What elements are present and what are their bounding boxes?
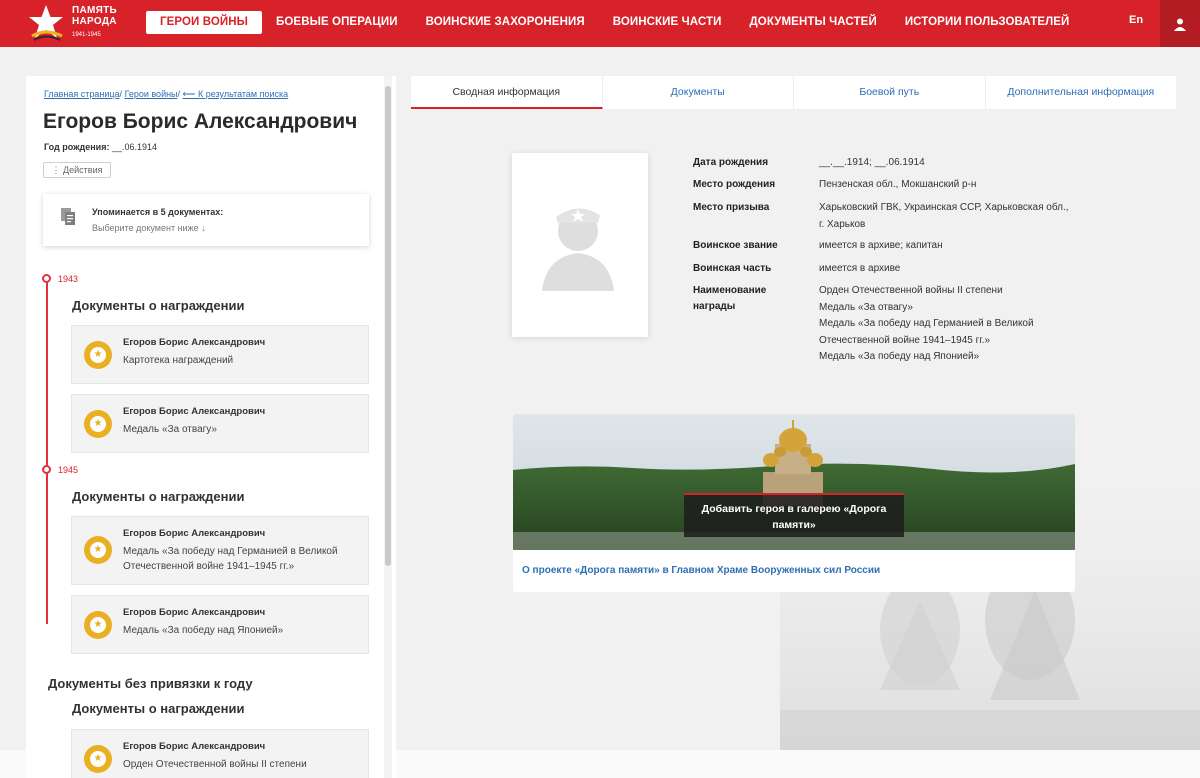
site-logo[interactable]: ПАМЯТЬ НАРОДА 1941-1945	[26, 2, 126, 44]
mentions-card: Упоминается в 5 документах: Выберите док…	[43, 194, 369, 246]
info-value-birth-place: Пензенская обл., Мокшанский р-н	[819, 179, 977, 190]
info-label-birth-date: Дата рождения	[693, 157, 769, 168]
nav-user-stories[interactable]: ИСТОРИИ ПОЛЬЗОВАТЕЛЕЙ	[891, 11, 1084, 34]
document-hero-name: Егоров Борис Александрович	[123, 337, 266, 348]
nav-units[interactable]: ВОИНСКИЕ ЧАСТИ	[599, 11, 736, 34]
section-title-awards: Документы о награждении	[72, 298, 245, 313]
document-card[interactable]: ★ Егоров Борис Александрович Картотека н…	[71, 325, 369, 384]
nav-heroes[interactable]: ГЕРОИ ВОЙНЫ	[146, 10, 263, 34]
medal-star-icon: ★	[90, 542, 106, 558]
info-value-draft-place: Харьковский ГВК, Украинская ССР, Харьков…	[819, 202, 1069, 230]
medal-star-icon: ★	[90, 416, 106, 432]
medal-icon: ★	[84, 611, 112, 639]
document-card[interactable]: ★ Егоров Борис Александрович Медаль «За …	[71, 516, 369, 585]
logo-years: 1941-1945	[72, 32, 101, 38]
document-description: Медаль «За победу над Японией»	[123, 625, 284, 636]
info-value-birth-date: __.__.1914; __.06.1914	[819, 157, 925, 168]
info-label-rank: Воинское звание	[693, 240, 778, 251]
info-label-birth-place: Место рождения	[693, 179, 776, 190]
info-label-unit: Воинская часть	[693, 263, 772, 274]
medal-icon: ★	[84, 341, 112, 369]
document-description: Картотека награждений	[123, 355, 234, 366]
mentions-subtitle: Выберите документ ниже ↓	[92, 223, 206, 233]
add-to-gallery-button[interactable]: Добавить героя в галерею «Дорога памяти»	[684, 493, 904, 537]
document-description: Орден Отечественной войны II степени	[123, 759, 307, 770]
main-nav: ГЕРОИ ВОЙНЫ БОЕВЫЕ ОПЕРАЦИИ ВОИНСКИЕ ЗАХ…	[146, 10, 1083, 34]
document-hero-name: Егоров Борис Александрович	[123, 607, 266, 618]
medal-star-icon: ★	[90, 751, 106, 767]
info-value-rank: имеется в архиве; капитан	[819, 240, 943, 251]
star-logo-icon	[29, 5, 63, 41]
section-title-no-year: Документы без привязки к году	[48, 676, 253, 691]
section-title-awards: Документы о награждении	[72, 489, 245, 504]
section-title-awards: Документы о награждении	[72, 701, 245, 716]
document-description: Медаль «За победу над Германией в Велико…	[123, 546, 338, 572]
tab-documents[interactable]: Документы	[603, 76, 794, 109]
logo-text: ПАМЯТЬ НАРОДА	[72, 5, 118, 27]
birth-year-label: Год рождения:	[44, 142, 110, 152]
birth-year: Год рождения: __.06.1914	[44, 142, 157, 152]
info-value-unit: имеется в архиве	[819, 263, 901, 274]
medal-icon: ★	[84, 410, 112, 438]
timeline-year-1943: 1943	[58, 274, 79, 284]
document-card[interactable]: ★ Егоров Борис Александрович Медаль «За …	[71, 394, 369, 453]
hero-photo-placeholder	[512, 153, 648, 337]
tab-additional-info[interactable]: Дополнительная информация	[986, 76, 1177, 109]
logo-line-2: НАРОДА	[72, 16, 117, 27]
memory-road-banner: Добавить героя в галерею «Дорога памяти»…	[513, 414, 1075, 592]
timeline-dot	[42, 465, 51, 474]
document-card[interactable]: ★ Егоров Борис Александрович Медаль «За …	[71, 595, 369, 654]
birth-year-value: __.06.1914	[111, 142, 158, 152]
medal-star-icon: ★	[90, 347, 106, 363]
document-hero-name: Егоров Борис Александрович	[123, 528, 266, 539]
hero-tabs: Сводная информация Документы Боевой путь…	[411, 76, 1176, 109]
language-switch[interactable]: En	[1129, 14, 1143, 26]
mentions-title: Упоминается в 5 документах:	[92, 207, 224, 217]
soldier-silhouette-icon	[542, 208, 614, 291]
actions-button[interactable]: ⋮ Действия	[43, 162, 111, 178]
tab-summary[interactable]: Сводная информация	[411, 76, 603, 109]
page-title: Егоров Борис Александрович	[43, 110, 358, 133]
info-label-draft-place: Место призыва	[693, 202, 770, 213]
documents-icon	[61, 208, 75, 225]
nav-unit-documents[interactable]: ДОКУМЕНТЫ ЧАСТЕЙ	[736, 11, 891, 34]
document-hero-name: Егоров Борис Александрович	[123, 406, 266, 417]
breadcrumb-home[interactable]: Главная страница	[44, 89, 120, 99]
hero-sidebar: Главная страница/ Герои войны/ ⟵ К резул…	[26, 76, 396, 778]
info-label-awards: Наименование награды	[693, 285, 767, 312]
breadcrumb-back-to-results[interactable]: ⟵ К результатам поиска	[183, 89, 289, 99]
medal-star-icon: ★	[90, 617, 106, 633]
memory-road-project-link[interactable]: О проекте «Дорога памяти» в Главном Храм…	[522, 565, 880, 576]
medal-icon: ★	[84, 536, 112, 564]
document-description: Медаль «За отвагу»	[123, 424, 217, 435]
document-card[interactable]: ★ Егоров Борис Александрович Орден Отече…	[71, 729, 369, 778]
user-icon	[1174, 18, 1186, 31]
breadcrumb: Главная страница/ Герои войны/ ⟵ К резул…	[44, 89, 288, 100]
top-navigation-bar: ПАМЯТЬ НАРОДА 1941-1945 ГЕРОИ ВОЙНЫ БОЕВ…	[0, 0, 1200, 47]
nav-burials[interactable]: ВОИНСКИЕ ЗАХОРОНЕНИЯ	[412, 11, 599, 34]
timeline-year-1945: 1945	[58, 465, 79, 475]
info-value-awards: Орден Отечественной войны II степени Мед…	[819, 285, 1034, 362]
tab-combat-path[interactable]: Боевой путь	[794, 76, 986, 109]
user-account-button[interactable]	[1160, 0, 1200, 47]
medal-icon: ★	[84, 745, 112, 773]
timeline-dot	[42, 274, 51, 283]
sidebar-scrollbar[interactable]	[385, 86, 391, 566]
logo-line-1: ПАМЯТЬ	[72, 5, 118, 16]
timeline-line	[46, 278, 48, 624]
breadcrumb-heroes[interactable]: Герои войны	[125, 89, 178, 99]
document-hero-name: Егоров Борис Александрович	[123, 741, 266, 752]
nav-operations[interactable]: БОЕВЫЕ ОПЕРАЦИИ	[262, 11, 412, 34]
